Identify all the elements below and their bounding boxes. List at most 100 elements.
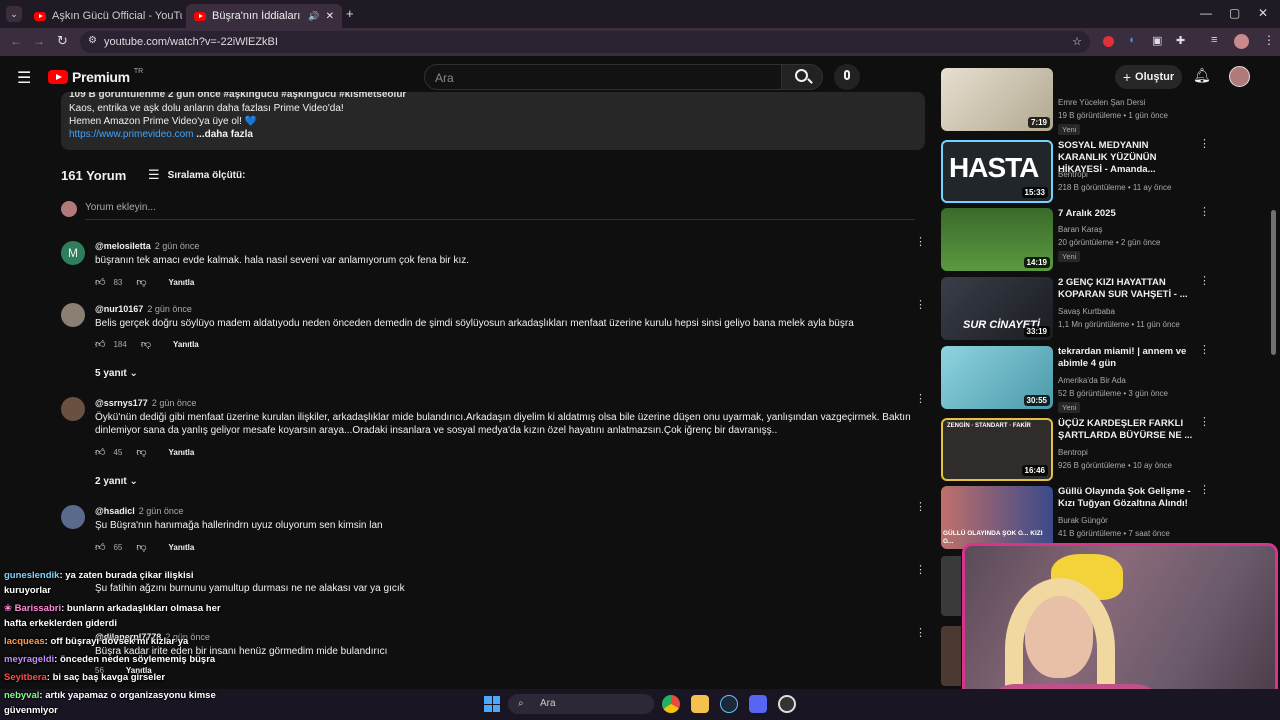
profile-avatar[interactable] [1234,34,1249,49]
reply-button[interactable]: Yanıtla [169,543,195,552]
tab-1[interactable]: Aşkın Gücü Official - YouTube ✕ [26,4,182,28]
video-thumbnail[interactable]: SUR CİNAYETİ 33:19 [941,277,1053,340]
comment-author[interactable]: @melosiletta 2 gün önce [95,241,199,251]
windows-start-icon[interactable] [484,696,500,712]
recommended-video[interactable]: 14:19 7 Aralık 2025 Baran Karaş 20 görün… [941,207,1211,272]
thumbs-down-icon[interactable]: 👎︎ [136,446,146,458]
maximize-icon[interactable]: ▢ [1229,6,1240,20]
reply-button[interactable]: Yanıtla [169,278,195,287]
tab-list-button[interactable]: ⌄ [6,6,22,22]
chrome-icon[interactable] [662,695,680,713]
browser-menu-icon[interactable]: ⋮ [1263,33,1275,47]
recommended-video[interactable]: 7:19 Emre Yücelen Şan Dersi 19 B görüntü… [941,68,1211,135]
extensions-puzzle-icon[interactable]: ✚ [1176,34,1185,47]
more-options-icon[interactable]: ⋮ [1199,345,1210,356]
taskbar-search[interactable]: ⌕ Ara [508,694,654,714]
video-title[interactable]: ÜÇÜZ KARDEŞLER FARKLI ŞARTLARDA BÜYÜRSE … [1058,418,1196,442]
add-comment-input[interactable]: Yorum ekleyin... [85,202,915,220]
reply-button[interactable]: Yanıtla [169,448,195,457]
more-options-icon[interactable]: ⋮ [915,565,926,576]
thumbs-down-icon[interactable]: 👎︎ [141,338,151,350]
description-link[interactable]: https://www.primevideo.com [69,129,194,140]
video-thumbnail[interactable]: GÜLLÜ OLAYINDA ŞOK G... KIZI G... [941,486,1053,549]
tab-2[interactable]: Büşra'nın İddiaları Buket'i Ç 🔊 ✕ [186,4,342,28]
more-options-icon[interactable]: ⋮ [1199,485,1210,496]
url-field[interactable]: ⚙ youtube.com/watch?v=-22iWlEZkBI ☆ [80,31,1090,53]
channel-name[interactable]: Bentropi [1058,446,1088,459]
video-thumbnail[interactable]: ZENGİN · STANDART · FAKİR 16:46 [941,418,1053,481]
avatar[interactable] [61,303,85,327]
thumbs-up-icon[interactable]: 👍︎ [95,276,105,288]
obs-icon[interactable] [778,695,796,713]
reload-icon[interactable]: ↻ [57,33,68,49]
video-title[interactable]: tekrardan miami! | annem ve abimle 4 gün [1058,346,1196,370]
video-thumbnail[interactable] [941,556,961,616]
reply-button[interactable]: Yanıtla [173,340,199,349]
more-options-icon[interactable]: ⋮ [1199,207,1210,218]
video-description[interactable]: 109 B görüntülenme 2 gün önce #aşkıngücü… [61,92,925,150]
more-options-icon[interactable]: ⋮ [915,502,926,513]
show-replies-button[interactable]: 2 yanıt ⌄ [95,476,138,487]
channel-name[interactable]: Baran Karaş [1058,223,1102,236]
channel-name[interactable]: Savaş Kurtbaba [1058,305,1115,318]
forward-icon[interactable]: → [33,34,45,48]
avatar[interactable]: M [61,241,85,265]
back-icon[interactable]: ← [10,34,22,48]
thumbs-up-icon[interactable]: 👍︎ [95,338,105,350]
more-options-icon[interactable]: ⋮ [915,237,926,248]
more-options-icon[interactable]: ⋮ [1199,276,1210,287]
voice-search-button[interactable] [834,64,860,90]
avatar[interactable] [61,397,85,421]
extension-icon[interactable]: ◖ [1128,34,1135,46]
bookmark-star-icon[interactable]: ☆ [1072,35,1082,48]
close-icon[interactable]: ✕ [326,11,334,22]
more-options-icon[interactable]: ⋮ [1199,417,1210,428]
comment-author[interactable]: @ssrnys177 2 gün önce [95,398,196,408]
youtube-logo[interactable]: Premium TR [48,68,143,85]
channel-name[interactable]: Bentropi [1058,168,1088,181]
account-avatar[interactable] [1229,66,1250,87]
more-options-icon[interactable]: ⋮ [915,394,926,405]
video-title[interactable]: 7 Aralık 2025 [1058,208,1196,220]
extension-icon[interactable]: ▣ [1152,34,1162,47]
discord-icon[interactable] [749,695,767,713]
video-thumbnail[interactable]: 14:19 [941,208,1053,271]
site-info-icon[interactable]: ⚙ [88,35,97,46]
search-input[interactable]: Ara [424,64,782,90]
steam-icon[interactable] [720,695,738,713]
video-thumbnail[interactable] [941,626,961,686]
channel-name[interactable]: Amerika'da Bir Ada [1058,374,1126,387]
comment-author[interactable]: @nur10167 2 gün önce [95,304,192,314]
recommended-video[interactable]: GÜLLÜ OLAYINDA ŞOK G... KIZI G... Güllü … [941,485,1211,550]
avatar[interactable] [61,505,85,529]
channel-name[interactable]: Emre Yücelen Şan Dersi [1058,96,1145,109]
more-options-icon[interactable]: ⋮ [1199,139,1210,150]
comment-author[interactable]: @hsadicl 2 gün önce [95,506,183,516]
file-explorer-icon[interactable] [691,695,709,713]
video-thumbnail[interactable]: 30:55 [941,346,1053,409]
show-replies-button[interactable]: 5 yanıt ⌄ [95,368,138,379]
extension-icon[interactable] [1103,36,1114,47]
recommended-video[interactable]: HASTA 15:33 SOSYAL MEDYANIN KARANLIK YÜZ… [941,139,1211,204]
new-tab-button[interactable]: + [346,6,354,21]
more-options-icon[interactable]: ⋮ [915,300,926,311]
recommended-video[interactable]: 30:55 tekrardan miami! | annem ve abimle… [941,345,1211,413]
channel-name[interactable]: Burak Güngör [1058,514,1108,527]
video-title[interactable]: Güllü Olayında Şok Gelişme - Kızı Tuğyan… [1058,486,1196,510]
speaker-icon[interactable]: 🔊 [308,11,319,22]
window-close-icon[interactable]: ✕ [1258,6,1268,20]
thumbs-down-icon[interactable]: 👎︎ [136,541,146,553]
minimize-icon[interactable]: — [1200,6,1212,20]
recommended-video[interactable]: SUR CİNAYETİ 33:19 2 GENÇ KIZI HAYATTAN … [941,276,1211,341]
search-button[interactable] [781,64,823,90]
hamburger-menu-icon[interactable]: ☰ [17,68,31,88]
reading-list-icon[interactable]: ≡ [1211,34,1217,46]
more-options-icon[interactable]: ⋮ [915,628,926,639]
recommended-video[interactable]: ZENGİN · STANDART · FAKİR 16:46 ÜÇÜZ KAR… [941,417,1211,482]
page-scrollbar[interactable] [1271,210,1276,355]
thumbs-up-icon[interactable]: 👍︎ [95,541,105,553]
show-more-link[interactable]: ...daha fazla [196,129,253,140]
video-thumbnail[interactable]: HASTA 15:33 [941,140,1053,203]
thumbs-up-icon[interactable]: 👍︎ [95,446,105,458]
video-title[interactable]: 2 GENÇ KIZI HAYATTAN KOPARAN SUR VAHŞETİ… [1058,277,1196,301]
